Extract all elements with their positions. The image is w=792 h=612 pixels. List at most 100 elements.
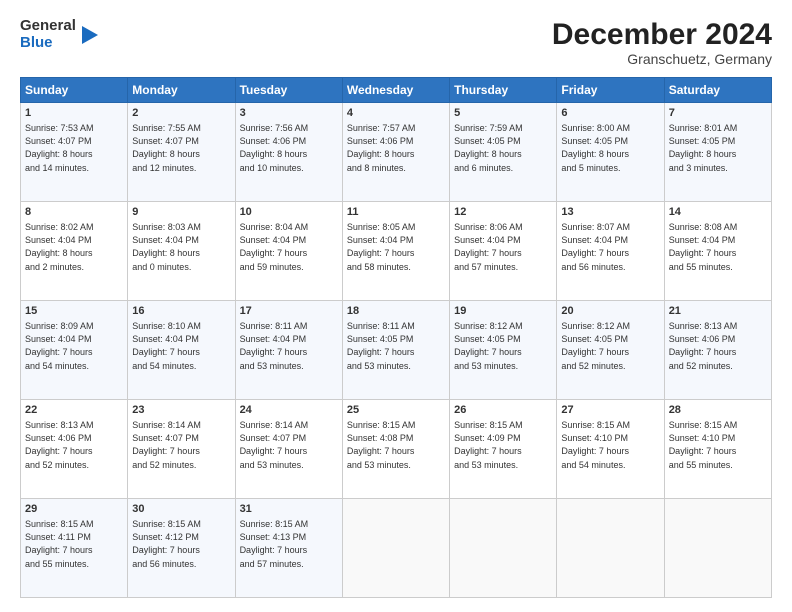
logo-blue: Blue <box>20 35 76 52</box>
table-row: 31Sunrise: 8:15 AMSunset: 4:13 PMDayligh… <box>235 499 342 598</box>
table-row <box>342 499 449 598</box>
day-number: 21 <box>669 304 767 319</box>
calendar-row-3: 15Sunrise: 8:09 AMSunset: 4:04 PMDayligh… <box>21 301 772 400</box>
day-info: Sunrise: 8:11 AMSunset: 4:04 PMDaylight:… <box>240 320 338 372</box>
table-row: 9Sunrise: 8:03 AMSunset: 4:04 PMDaylight… <box>128 202 235 301</box>
day-info: Sunrise: 8:15 AMSunset: 4:08 PMDaylight:… <box>347 419 445 471</box>
table-row: 25Sunrise: 8:15 AMSunset: 4:08 PMDayligh… <box>342 400 449 499</box>
day-number: 15 <box>25 304 123 319</box>
day-number: 9 <box>132 205 230 220</box>
logo-general: General <box>20 18 76 35</box>
table-row: 8Sunrise: 8:02 AMSunset: 4:04 PMDaylight… <box>21 202 128 301</box>
day-info: Sunrise: 8:15 AMSunset: 4:11 PMDaylight:… <box>25 518 123 570</box>
day-number: 26 <box>454 403 552 418</box>
table-row: 11Sunrise: 8:05 AMSunset: 4:04 PMDayligh… <box>342 202 449 301</box>
col-monday: Monday <box>128 78 235 103</box>
day-number: 17 <box>240 304 338 319</box>
calendar-row-4: 22Sunrise: 8:13 AMSunset: 4:06 PMDayligh… <box>21 400 772 499</box>
table-row: 1Sunrise: 7:53 AMSunset: 4:07 PMDaylight… <box>21 103 128 202</box>
day-number: 23 <box>132 403 230 418</box>
title-block: December 2024 Granschuetz, Germany <box>552 18 772 67</box>
day-info: Sunrise: 8:10 AMSunset: 4:04 PMDaylight:… <box>132 320 230 372</box>
table-row: 10Sunrise: 8:04 AMSunset: 4:04 PMDayligh… <box>235 202 342 301</box>
day-number: 3 <box>240 106 338 121</box>
location: Granschuetz, Germany <box>552 51 772 67</box>
calendar-row-2: 8Sunrise: 8:02 AMSunset: 4:04 PMDaylight… <box>21 202 772 301</box>
day-number: 18 <box>347 304 445 319</box>
day-info: Sunrise: 8:09 AMSunset: 4:04 PMDaylight:… <box>25 320 123 372</box>
table-row: 4Sunrise: 7:57 AMSunset: 4:06 PMDaylight… <box>342 103 449 202</box>
col-sunday: Sunday <box>21 78 128 103</box>
table-row <box>664 499 771 598</box>
col-friday: Friday <box>557 78 664 103</box>
day-number: 19 <box>454 304 552 319</box>
page: General Blue December 2024 Granschuetz, … <box>0 0 792 612</box>
table-row: 29Sunrise: 8:15 AMSunset: 4:11 PMDayligh… <box>21 499 128 598</box>
table-row: 18Sunrise: 8:11 AMSunset: 4:05 PMDayligh… <box>342 301 449 400</box>
day-info: Sunrise: 8:03 AMSunset: 4:04 PMDaylight:… <box>132 221 230 273</box>
calendar-table: Sunday Monday Tuesday Wednesday Thursday… <box>20 77 772 598</box>
day-info: Sunrise: 8:05 AMSunset: 4:04 PMDaylight:… <box>347 221 445 273</box>
day-number: 13 <box>561 205 659 220</box>
day-info: Sunrise: 8:02 AMSunset: 4:04 PMDaylight:… <box>25 221 123 273</box>
day-number: 5 <box>454 106 552 121</box>
table-row: 17Sunrise: 8:11 AMSunset: 4:04 PMDayligh… <box>235 301 342 400</box>
day-number: 16 <box>132 304 230 319</box>
table-row: 13Sunrise: 8:07 AMSunset: 4:04 PMDayligh… <box>557 202 664 301</box>
table-row: 12Sunrise: 8:06 AMSunset: 4:04 PMDayligh… <box>450 202 557 301</box>
table-row: 21Sunrise: 8:13 AMSunset: 4:06 PMDayligh… <box>664 301 771 400</box>
day-number: 4 <box>347 106 445 121</box>
col-tuesday: Tuesday <box>235 78 342 103</box>
day-number: 28 <box>669 403 767 418</box>
calendar-row-5: 29Sunrise: 8:15 AMSunset: 4:11 PMDayligh… <box>21 499 772 598</box>
table-row: 24Sunrise: 8:14 AMSunset: 4:07 PMDayligh… <box>235 400 342 499</box>
table-row <box>450 499 557 598</box>
day-number: 20 <box>561 304 659 319</box>
day-number: 30 <box>132 502 230 517</box>
table-row: 22Sunrise: 8:13 AMSunset: 4:06 PMDayligh… <box>21 400 128 499</box>
table-row: 3Sunrise: 7:56 AMSunset: 4:06 PMDaylight… <box>235 103 342 202</box>
table-row: 23Sunrise: 8:14 AMSunset: 4:07 PMDayligh… <box>128 400 235 499</box>
day-info: Sunrise: 8:15 AMSunset: 4:10 PMDaylight:… <box>561 419 659 471</box>
day-info: Sunrise: 8:14 AMSunset: 4:07 PMDaylight:… <box>132 419 230 471</box>
table-row: 30Sunrise: 8:15 AMSunset: 4:12 PMDayligh… <box>128 499 235 598</box>
calendar-row-1: 1Sunrise: 7:53 AMSunset: 4:07 PMDaylight… <box>21 103 772 202</box>
day-info: Sunrise: 7:57 AMSunset: 4:06 PMDaylight:… <box>347 122 445 174</box>
day-info: Sunrise: 8:07 AMSunset: 4:04 PMDaylight:… <box>561 221 659 273</box>
month-title: December 2024 <box>552 18 772 51</box>
day-info: Sunrise: 8:12 AMSunset: 4:05 PMDaylight:… <box>454 320 552 372</box>
day-number: 1 <box>25 106 123 121</box>
day-info: Sunrise: 8:00 AMSunset: 4:05 PMDaylight:… <box>561 122 659 174</box>
table-row: 27Sunrise: 8:15 AMSunset: 4:10 PMDayligh… <box>557 400 664 499</box>
logo: General Blue <box>20 18 102 51</box>
table-row: 7Sunrise: 8:01 AMSunset: 4:05 PMDaylight… <box>664 103 771 202</box>
table-row: 15Sunrise: 8:09 AMSunset: 4:04 PMDayligh… <box>21 301 128 400</box>
table-row: 19Sunrise: 8:12 AMSunset: 4:05 PMDayligh… <box>450 301 557 400</box>
day-info: Sunrise: 8:13 AMSunset: 4:06 PMDaylight:… <box>669 320 767 372</box>
day-info: Sunrise: 8:15 AMSunset: 4:09 PMDaylight:… <box>454 419 552 471</box>
day-number: 11 <box>347 205 445 220</box>
day-info: Sunrise: 8:14 AMSunset: 4:07 PMDaylight:… <box>240 419 338 471</box>
day-number: 2 <box>132 106 230 121</box>
day-info: Sunrise: 8:12 AMSunset: 4:05 PMDaylight:… <box>561 320 659 372</box>
col-saturday: Saturday <box>664 78 771 103</box>
day-number: 31 <box>240 502 338 517</box>
day-number: 22 <box>25 403 123 418</box>
col-wednesday: Wednesday <box>342 78 449 103</box>
day-number: 12 <box>454 205 552 220</box>
day-info: Sunrise: 7:53 AMSunset: 4:07 PMDaylight:… <box>25 122 123 174</box>
table-row <box>557 499 664 598</box>
day-number: 6 <box>561 106 659 121</box>
day-number: 25 <box>347 403 445 418</box>
day-number: 14 <box>669 205 767 220</box>
day-info: Sunrise: 8:04 AMSunset: 4:04 PMDaylight:… <box>240 221 338 273</box>
day-info: Sunrise: 8:13 AMSunset: 4:06 PMDaylight:… <box>25 419 123 471</box>
day-info: Sunrise: 8:15 AMSunset: 4:10 PMDaylight:… <box>669 419 767 471</box>
header: General Blue December 2024 Granschuetz, … <box>20 18 772 67</box>
table-row: 6Sunrise: 8:00 AMSunset: 4:05 PMDaylight… <box>557 103 664 202</box>
day-info: Sunrise: 8:15 AMSunset: 4:13 PMDaylight:… <box>240 518 338 570</box>
table-row: 5Sunrise: 7:59 AMSunset: 4:05 PMDaylight… <box>450 103 557 202</box>
day-number: 7 <box>669 106 767 121</box>
day-info: Sunrise: 7:59 AMSunset: 4:05 PMDaylight:… <box>454 122 552 174</box>
table-row: 2Sunrise: 7:55 AMSunset: 4:07 PMDaylight… <box>128 103 235 202</box>
